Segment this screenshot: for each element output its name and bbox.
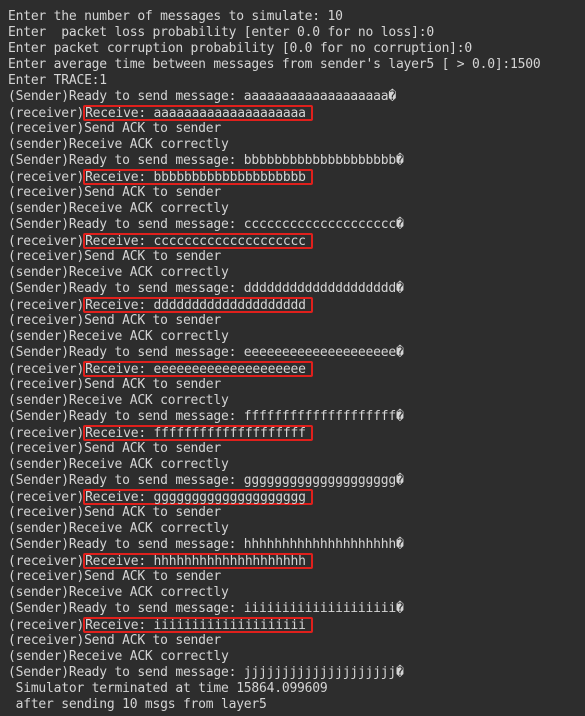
receiver-send-ack-line: (receiver)Send ACK to sender [8, 505, 221, 520]
sender-receive-ack-line: (sender)Receive ACK correctly [8, 585, 229, 600]
setup-line: Enter average time between messages from… [8, 57, 541, 72]
receiver-receive-line: (receiver)Receive: cccccccccccccccccccc [8, 233, 585, 249]
receiver-receive-line: (receiver)Receive: iiiiiiiiiiiiiiiiiiii [8, 617, 585, 633]
sender-receive-ack-line: (sender)Receive ACK correctly [8, 649, 229, 664]
receiver-send-ack-line: (receiver)Send ACK to sender [8, 441, 221, 456]
receiver-receive-line: (receiver)Receive: aaaaaaaaaaaaaaaaaaaa [8, 105, 585, 121]
receiver-send-ack-line: (receiver)Send ACK to sender [8, 377, 221, 392]
sender-receive-ack-line: (sender)Receive ACK correctly [8, 329, 229, 344]
footer-line: Simulator terminated at time 15864.09960… [8, 681, 328, 696]
setup-line: Enter packet corruption probability [0.0… [8, 41, 473, 56]
setup-line: Enter TRACE:1 [8, 73, 107, 88]
highlighted-receive-text: Receive: aaaaaaaaaaaaaaaaaaaa [83, 105, 313, 121]
footer-line: after sending 10 msgs from layer5 [8, 697, 267, 712]
receiver-prefix: (receiver) [8, 170, 85, 185]
receiver-send-ack-line: (receiver)Send ACK to sender [8, 249, 221, 264]
receiver-send-ack-line: (receiver)Send ACK to sender [8, 569, 221, 584]
receiver-prefix: (receiver) [8, 490, 85, 505]
sender-ready-line: (Sender)Ready to send message: bbbbbbbbb… [8, 153, 404, 168]
sender-ready-line: (Sender)Ready to send message: aaaaaaaaa… [8, 89, 396, 104]
sender-receive-ack-line: (sender)Receive ACK correctly [8, 521, 229, 536]
receiver-receive-line: (receiver)Receive: gggggggggggggggggggg [8, 489, 585, 505]
highlighted-receive-text: Receive: cccccccccccccccccccc [83, 233, 313, 249]
receiver-prefix: (receiver) [8, 234, 85, 249]
highlighted-receive-text: Receive: gggggggggggggggggggg [83, 489, 313, 505]
receiver-send-ack-line: (receiver)Send ACK to sender [8, 633, 221, 648]
sender-receive-ack-line: (sender)Receive ACK correctly [8, 201, 229, 216]
receiver-receive-line: (receiver)Receive: hhhhhhhhhhhhhhhhhhhh [8, 553, 585, 569]
highlighted-receive-text: Receive: eeeeeeeeeeeeeeeeeeee [83, 361, 313, 377]
sender-ready-line: (Sender)Ready to send message: hhhhhhhhh… [8, 537, 404, 552]
receiver-send-ack-line: (receiver)Send ACK to sender [8, 121, 221, 136]
terminal-output: Enter the number of messages to simulate… [8, 9, 585, 713]
sender-receive-ack-line: (sender)Receive ACK correctly [8, 393, 229, 408]
highlighted-receive-text: Receive: dddddddddddddddddddd [83, 297, 313, 313]
sender-ready-line: (Sender)Ready to send message: ddddddddd… [8, 281, 404, 296]
receiver-receive-line: (receiver)Receive: dddddddddddddddddddd [8, 297, 585, 313]
sender-receive-ack-line: (sender)Receive ACK correctly [8, 137, 229, 152]
receiver-prefix: (receiver) [8, 362, 85, 377]
sender-ready-line: (Sender)Ready to send message: jjjjjjjjj… [8, 665, 404, 680]
setup-line: Enter packet loss probability [enter 0.0… [8, 25, 434, 40]
terminal-bottom-edge [0, 712, 585, 716]
receiver-prefix: (receiver) [8, 618, 85, 633]
receiver-receive-line: (receiver)Receive: bbbbbbbbbbbbbbbbbbbb [8, 169, 585, 185]
receiver-send-ack-line: (receiver)Send ACK to sender [8, 313, 221, 328]
sender-ready-line: (Sender)Ready to send message: ccccccccc… [8, 217, 404, 232]
highlighted-receive-text: Receive: iiiiiiiiiiiiiiiiiiii [83, 617, 313, 633]
setup-line: Enter the number of messages to simulate… [8, 9, 343, 24]
highlighted-receive-text: Receive: ffffffffffffffffffff [83, 425, 313, 441]
receiver-prefix: (receiver) [8, 106, 85, 121]
receiver-prefix: (receiver) [8, 298, 85, 313]
receiver-receive-line: (receiver)Receive: eeeeeeeeeeeeeeeeeeee [8, 361, 585, 377]
receiver-prefix: (receiver) [8, 426, 85, 441]
sender-receive-ack-line: (sender)Receive ACK correctly [8, 265, 229, 280]
sender-ready-line: (Sender)Ready to send message: fffffffff… [8, 409, 404, 424]
terminal-window[interactable]: Enter the number of messages to simulate… [0, 0, 585, 716]
sender-ready-line: (Sender)Ready to send message: eeeeeeeee… [8, 345, 404, 360]
sender-receive-ack-line: (sender)Receive ACK correctly [8, 457, 229, 472]
highlighted-receive-text: Receive: hhhhhhhhhhhhhhhhhhhh [83, 553, 313, 569]
receiver-prefix: (receiver) [8, 554, 85, 569]
receiver-receive-line: (receiver)Receive: ffffffffffffffffffff [8, 425, 585, 441]
receiver-send-ack-line: (receiver)Send ACK to sender [8, 185, 221, 200]
sender-ready-line: (Sender)Ready to send message: iiiiiiiii… [8, 601, 404, 616]
sender-ready-line: (Sender)Ready to send message: ggggggggg… [8, 473, 404, 488]
highlighted-receive-text: Receive: bbbbbbbbbbbbbbbbbbbb [83, 169, 313, 185]
